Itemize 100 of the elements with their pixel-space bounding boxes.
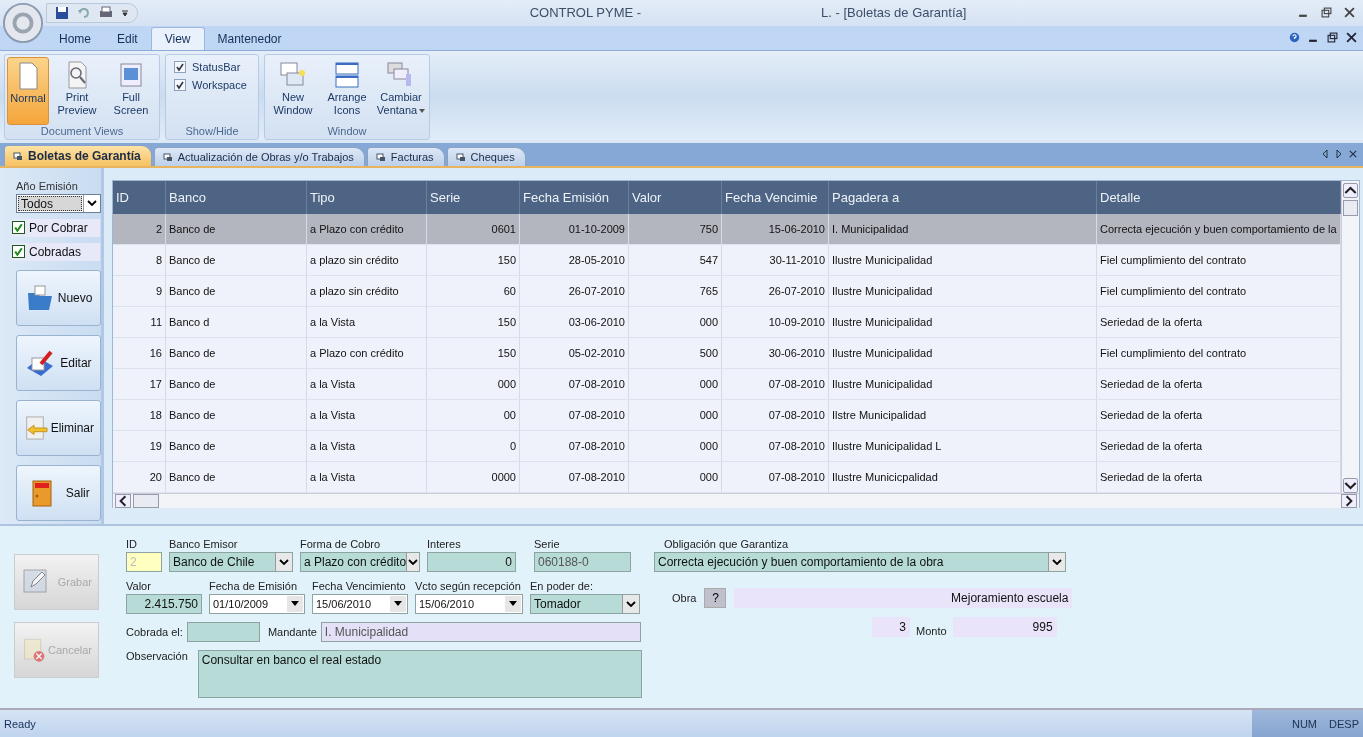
close-icon[interactable]	[1346, 32, 1357, 44]
date-picker[interactable]: 15/06/2010	[415, 593, 523, 614]
column-header[interactable]: Valor	[629, 180, 722, 214]
document-tab[interactable]: Cheques	[446, 146, 526, 166]
amount-field[interactable]: 2.415.750	[126, 593, 202, 614]
table-cell: Ilustre Municipalidad	[829, 368, 1097, 399]
restore-icon[interactable]	[1321, 7, 1332, 19]
column-header[interactable]: Banco	[166, 180, 307, 214]
table-row[interactable]: 11 Banco d a la Vista 150 03-06-2010 000 10-09-2010 Ilustre Municipalidad Seriedad de la oferta	[113, 306, 1341, 338]
action-button[interactable]: Salir	[16, 464, 101, 521]
ribbon-button[interactable]: Full Screen	[105, 56, 157, 125]
ribbon-button[interactable]: Cambiar Ventana	[375, 56, 427, 125]
table-cell: 750	[629, 213, 722, 244]
checkbox[interactable]	[12, 221, 25, 235]
year-dropdown[interactable]: Todos	[16, 193, 101, 213]
table-cell: 07-08-2010	[520, 430, 629, 461]
table-cell: 150	[427, 244, 520, 275]
checkbox[interactable]	[12, 245, 25, 259]
table-row[interactable]: 17 Banco de a la Vista 000 07-08-2010 000 07-08-2010 Ilustre Municipalidad Seriedad de la oferta	[113, 368, 1341, 400]
lookup-button[interactable]: ?	[704, 587, 727, 608]
ribbon-button[interactable]: Arrange Icons	[321, 56, 373, 125]
restore-icon[interactable]	[1327, 32, 1338, 44]
document-tab[interactable]: Facturas	[366, 146, 445, 166]
document-tab[interactable]: Actualización de Obras y/o Trabajos	[153, 146, 365, 166]
table-cell: Banco de	[166, 399, 307, 430]
print-icon[interactable]	[99, 5, 113, 20]
filter-label: Año Emisión	[16, 179, 79, 192]
payment-dropdown[interactable]: a Plazo con crédito	[300, 551, 420, 572]
holder-dropdown[interactable]: Tomador	[530, 593, 640, 614]
bank-dropdown[interactable]: Banco de Chile	[169, 551, 293, 572]
ribbon-button[interactable]: Print Preview	[51, 56, 103, 125]
table-cell: 000	[629, 461, 722, 492]
action-button[interactable]: Nuevo	[16, 269, 101, 326]
table-cell: 26-07-2010	[722, 275, 829, 306]
table-cell: Ilustre Municipalidad	[829, 275, 1097, 306]
notes-field[interactable]: Consultar en banco el real estado	[197, 649, 642, 698]
obligation-dropdown[interactable]: Correcta ejecución y buen comportamiento de la obra	[654, 551, 1066, 572]
checkbox-label[interactable]: Workspace	[192, 78, 247, 91]
table-cell: 17	[113, 368, 166, 399]
caret-icon[interactable]	[419, 108, 426, 113]
table-row[interactable]: 2 Banco de a Plazo con crédito 0601 01-10-2009 750 15-06-2010 I. Municipalidad Correcta ejecución y buen comportamiento de la	[113, 213, 1341, 245]
table-row[interactable]: 20 Banco de a la Vista 0000 07-08-2010 000 07-08-2010 Ilustre Municicpalidad Seriedad de la oferta	[113, 461, 1341, 493]
series-field[interactable]: 060188-0	[534, 551, 631, 572]
table-row[interactable]: 8 Banco de a plazo sin crédito 150 28-05-2010 547 30-11-2010 Ilustre Municipalidad Fiel cumplimiento del contrato	[113, 244, 1341, 276]
ribbon-button[interactable]: Normal	[7, 56, 49, 125]
table-cell: 547	[629, 244, 722, 275]
scroll-left-icon[interactable]	[115, 493, 131, 508]
action-button[interactable]: Eliminar	[16, 399, 101, 456]
total-field[interactable]: 995	[952, 616, 1057, 637]
count-field[interactable]: 3	[872, 616, 910, 637]
document-tab[interactable]: Boletas de Garantía	[4, 144, 152, 166]
action-button[interactable]: Editar	[16, 334, 101, 391]
column-header[interactable]: Serie	[427, 180, 520, 214]
ribbon-button[interactable]: New Window	[267, 56, 319, 125]
table-cell: 150	[427, 337, 520, 368]
table-cell: Banco de	[166, 430, 307, 461]
table-row[interactable]: 16 Banco de a Plazo con crédito 150 05-02-2010 500 30-06-2010 Ilustre Municipalidad Fiel cumplimiento del contrato	[113, 337, 1341, 369]
window-title: L. - [Boletas de Garantía]	[821, 5, 967, 21]
table-row[interactable]: 19 Banco de a la Vista 0 07-08-2010 000 07-08-2010 Ilustre Municipalidad L Seriedad de la oferta	[113, 430, 1341, 462]
checkbox[interactable]	[174, 60, 186, 73]
principal-field[interactable]: I. Municipalidad	[320, 621, 641, 642]
table-cell: 000	[629, 399, 722, 430]
checkbox-label[interactable]: StatusBar	[192, 60, 241, 73]
column-header[interactable]: Tipo	[307, 180, 427, 214]
table-cell: I. Municipalidad	[829, 213, 1097, 244]
status-indicator: NUM	[1291, 717, 1318, 730]
help-icon[interactable]	[1289, 32, 1300, 44]
ribbon-tab[interactable]: Edit	[104, 27, 151, 50]
table-row[interactable]: 18 Banco de a la Vista 00 07-08-2010 000 07-08-2010 Ilstre Municipalidad Seriedad de la oferta	[113, 399, 1341, 431]
column-header[interactable]: Detalle	[1097, 180, 1341, 214]
checkbox[interactable]	[174, 78, 186, 91]
column-header[interactable]: ID	[113, 180, 166, 214]
interest-field[interactable]: 0	[427, 551, 516, 572]
ribbon-tab[interactable]: View	[150, 26, 205, 50]
scroll-right-icon[interactable]	[1340, 493, 1357, 508]
table-cell: a Plazo con crédito	[307, 213, 427, 244]
table-cell: Banco de	[166, 213, 307, 244]
table-cell: Ilustre Municicpalidad	[829, 461, 1097, 492]
close-icon[interactable]	[1349, 149, 1357, 160]
caret-icon[interactable]	[121, 8, 129, 17]
paid-date-field[interactable]	[186, 621, 260, 642]
date-picker[interactable]: 15/06/2010	[312, 593, 408, 614]
scroll-thumb[interactable]	[1342, 199, 1358, 216]
table-cell: 01-10-2009	[520, 213, 629, 244]
column-header[interactable]: Pagadera a	[829, 180, 1097, 214]
column-header[interactable]: Fecha Emisión	[520, 180, 629, 214]
save-icon[interactable]	[55, 5, 69, 20]
ribbon-tab[interactable]: Home	[46, 27, 104, 50]
table-cell: 10-09-2010	[722, 306, 829, 337]
column-header[interactable]: Fecha Vencimie	[722, 180, 829, 214]
table-cell: 20	[113, 461, 166, 492]
scroll-thumb[interactable]	[133, 493, 159, 508]
chevron-down-icon	[626, 600, 636, 607]
date-picker[interactable]: 01/10/2009	[209, 593, 305, 614]
close-icon[interactable]	[1344, 7, 1355, 19]
scroll-up-icon[interactable]	[1342, 182, 1358, 198]
scroll-down-icon[interactable]	[1342, 477, 1358, 493]
project-field[interactable]: Mejoramiento escuela	[734, 587, 1073, 608]
table-row[interactable]: 9 Banco de a plazo sin crédito 60 26-07-2010 765 26-07-2010 Ilustre Municipalidad Fiel cumplimiento del contrato	[113, 275, 1341, 307]
ribbon-tab[interactable]: Mantenedor	[204, 27, 295, 50]
